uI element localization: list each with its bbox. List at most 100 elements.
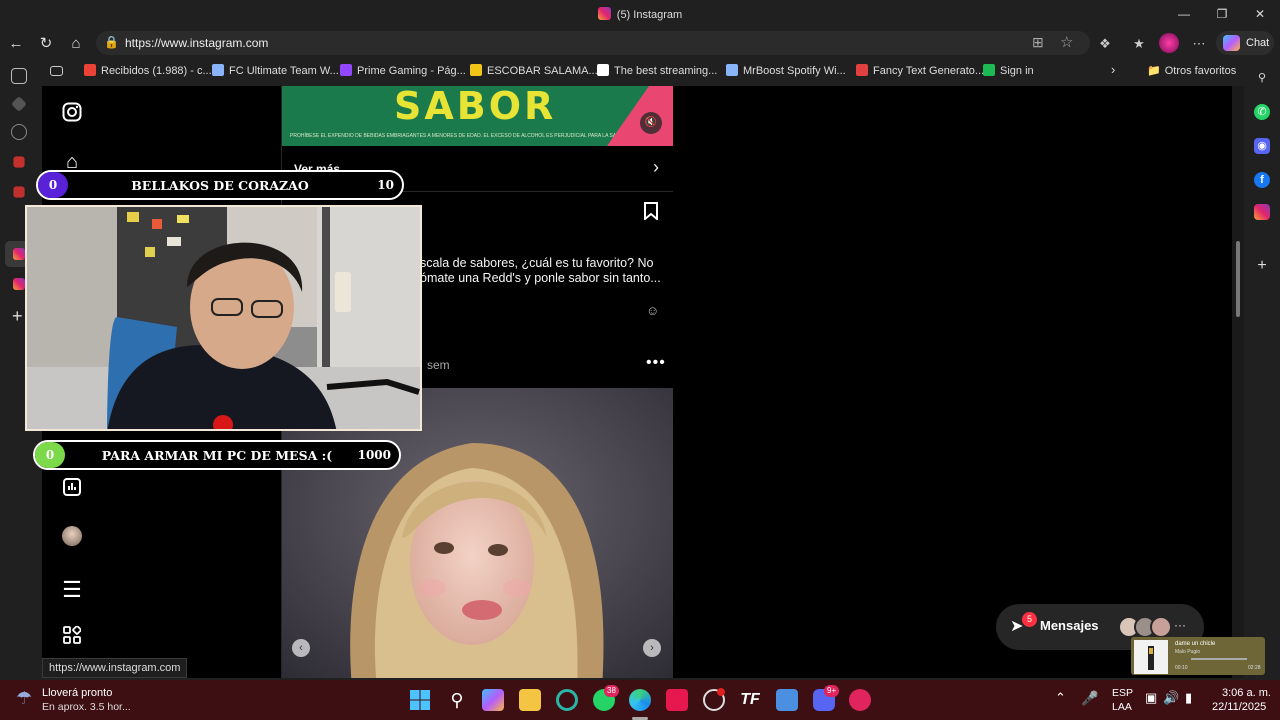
tab-favicon-icon[interactable]: [13, 186, 25, 198]
clock-date[interactable]: 22/11/2025: [1212, 701, 1266, 713]
whatsapp-badge: 38: [604, 685, 619, 697]
globe-icon: [212, 64, 224, 76]
goal-target-value: 1000: [357, 448, 391, 462]
bookmark-item[interactable]: ESCOBAR SALAMA...: [470, 64, 598, 77]
bookmark-item[interactable]: FC Ultimate Team W...: [212, 64, 339, 77]
tray-chevron-up-icon[interactable]: ⌃: [1055, 690, 1066, 706]
tab-globe-icon[interactable]: [11, 124, 27, 140]
add-sidebar-app-icon[interactable]: +: [1254, 258, 1270, 274]
also-from-meta-icon[interactable]: [60, 625, 84, 650]
copilot-icon[interactable]: [482, 689, 504, 711]
bookmark-item[interactable]: Sign in: [983, 64, 1034, 77]
ad-banner[interactable]: SABOR PROHÍBESE EL EXPENDIO DE BEBIDAS E…: [282, 86, 673, 146]
microphone-icon[interactable]: 🎤: [1081, 690, 1098, 707]
weather-rain-icon[interactable]: ☂: [16, 688, 32, 709]
more-menu-icon[interactable]: ⋯: [1189, 34, 1209, 54]
app-icon[interactable]: [556, 689, 578, 711]
weather-title[interactable]: Lloverá pronto: [42, 687, 112, 699]
address-bar[interactable]: 🔒 https://www.instagram.com ⊞ ☆: [96, 31, 1090, 55]
copilot-chat-button[interactable]: Chat: [1216, 31, 1274, 55]
mute-icon[interactable]: 🔇: [640, 112, 662, 134]
profile-nav-avatar[interactable]: [62, 526, 82, 546]
language-code[interactable]: ESP: [1112, 687, 1133, 699]
search-icon[interactable]: ⚲: [446, 689, 468, 711]
notepad-icon[interactable]: [776, 689, 798, 711]
goal-current-value: 0: [35, 442, 65, 468]
bookmark-item[interactable]: Recibidos (1.988) - c...: [84, 64, 212, 77]
bookmark-item[interactable]: The best streaming...: [597, 64, 717, 77]
bookmark-item[interactable]: MrBoost Spotify Wi...: [726, 64, 846, 77]
prime-gaming-icon: [340, 64, 352, 76]
network-icon[interactable]: ▣: [1145, 690, 1157, 706]
address-url[interactable]: https://www.instagram.com: [125, 36, 268, 50]
start-windows-icon[interactable]: [409, 689, 431, 711]
tab-actions-toggle-icon[interactable]: [11, 68, 27, 84]
new-tab-plus-icon[interactable]: +: [12, 306, 23, 327]
bookmark-label: ESCOBAR SALAMA...: [487, 65, 598, 77]
edge-browser-icon[interactable]: [629, 689, 651, 711]
ad-legal-text: PROHÍBESE EL EXPENDIO DE BEBIDAS EMBRIAG…: [290, 133, 628, 139]
weather-subtitle[interactable]: En aprox. 3.5 hor...: [42, 701, 131, 713]
more-menu-hamburger-icon[interactable]: ☰: [60, 578, 84, 602]
profile-avatar[interactable]: [1159, 33, 1179, 53]
bookmark-label: Sign in: [1000, 65, 1034, 77]
globe-icon: [726, 64, 738, 76]
ad-headline: SABOR: [394, 86, 557, 128]
app-install-icon[interactable]: ⊞: [1032, 34, 1044, 51]
song-progress-bar[interactable]: [1191, 658, 1247, 660]
close-button[interactable]: ✕: [1250, 4, 1270, 24]
instagram-favicon-icon: [597, 7, 611, 20]
keyboard-layout[interactable]: LAA: [1112, 701, 1132, 713]
instagram-icon[interactable]: [1254, 204, 1270, 220]
tab-favicon-icon[interactable]: [11, 96, 27, 112]
extensions-icon[interactable]: ❖: [1095, 34, 1115, 54]
post-options-icon[interactable]: •••: [646, 354, 666, 372]
tiktok-icon[interactable]: [666, 689, 688, 711]
donation-goal-bar: 0 BELLAKOS DE CORAZAO 10: [36, 170, 404, 200]
bookmark-item[interactable]: Fancy Text Generato...: [856, 64, 984, 77]
gmail-icon: [84, 64, 96, 76]
restore-button[interactable]: ❐: [1212, 4, 1232, 24]
discord-icon[interactable]: ◉: [1254, 138, 1270, 154]
battery-icon[interactable]: ▮: [1185, 690, 1192, 706]
edge-sidebar: ⚲ ✆ ◉ f +: [1244, 58, 1280, 678]
tab-actions-icon[interactable]: [50, 66, 63, 76]
album-art: [1134, 640, 1168, 674]
refresh-button[interactable]: ↻: [35, 33, 57, 55]
volume-icon[interactable]: 🔊: [1163, 690, 1179, 706]
carousel-next-button[interactable]: ›: [643, 639, 661, 657]
tab-youtube-icon[interactable]: [13, 156, 25, 168]
back-button[interactable]: ←: [5, 33, 27, 55]
file-explorer-icon[interactable]: [519, 689, 541, 711]
emoji-icon[interactable]: ☺: [646, 303, 659, 318]
messages-more-icon[interactable]: ···: [1174, 618, 1186, 632]
home-button[interactable]: ⌂: [65, 33, 87, 55]
instagram-logo-icon[interactable]: [60, 102, 84, 126]
favorite-star-icon[interactable]: ☆: [1060, 33, 1073, 51]
dashboard-nav-icon[interactable]: [60, 478, 84, 502]
bookmarks-overflow-chevron-icon[interactable]: ›: [1111, 62, 1115, 77]
carousel-prev-button[interactable]: ‹: [292, 639, 310, 657]
music-widget[interactable]: dame un chicle Malo Pugio 00:10 02:28: [1131, 637, 1265, 675]
bookmark-item[interactable]: Prime Gaming - Pág...: [340, 64, 466, 77]
clock-time[interactable]: 3:06 a. m.: [1222, 687, 1271, 699]
media-player-icon[interactable]: [849, 689, 871, 711]
message-avatar: [1150, 616, 1172, 638]
bookmark-label: MrBoost Spotify Wi...: [743, 65, 846, 77]
bookmark-label: Prime Gaming - Pág...: [357, 65, 466, 77]
lock-icon[interactable]: 🔒: [104, 35, 119, 49]
tf-app-icon[interactable]: TF: [739, 689, 761, 711]
facebook-icon[interactable]: f: [1254, 172, 1270, 188]
save-bookmark-icon[interactable]: [643, 202, 659, 225]
tab-instagram-icon[interactable]: [13, 278, 25, 290]
minimize-button[interactable]: —: [1174, 4, 1194, 24]
favorites-icon[interactable]: ★: [1129, 34, 1149, 54]
post-image[interactable]: [282, 388, 673, 678]
address-row: ← ↻ ⌂ 🔒 https://www.instagram.com ⊞ ☆ ❖ …: [0, 28, 1280, 58]
whatsapp-icon[interactable]: ✆: [1254, 104, 1270, 120]
other-favorites-folder[interactable]: 📁 Otros favoritos: [1147, 64, 1236, 77]
scrollbar-thumb[interactable]: [1236, 241, 1240, 317]
tab-instagram-icon[interactable]: [13, 248, 25, 260]
search-icon[interactable]: ⚲: [1254, 70, 1270, 86]
page-scrollbar[interactable]: [1232, 86, 1244, 678]
